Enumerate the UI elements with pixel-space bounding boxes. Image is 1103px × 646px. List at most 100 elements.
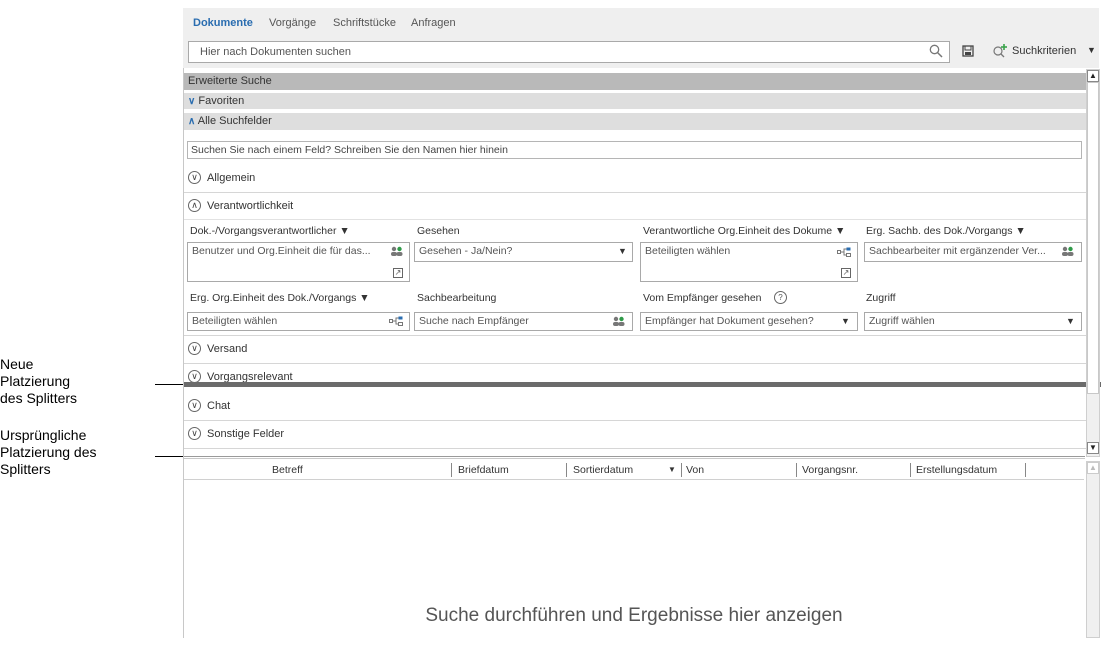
users-icon[interactable] (390, 246, 403, 260)
expand-icon: ∨ (188, 342, 201, 355)
annotation-line: Neue (0, 356, 34, 372)
users-icon[interactable] (612, 316, 625, 330)
column-separator[interactable] (910, 463, 911, 477)
open-link-icon[interactable]: ↗ (841, 268, 851, 278)
chevron-down-icon[interactable]: ▼ (1087, 45, 1096, 55)
column-header[interactable]: Erstellungsdatum (916, 464, 997, 476)
annotation-line: Platzierung (0, 373, 71, 389)
field-label[interactable]: Erg. Sachb. des Dok./Vorgangs ▼ (866, 225, 1026, 237)
tab-schriftstuecke[interactable]: Schriftstücke (333, 17, 396, 29)
splitter-original[interactable] (184, 456, 1085, 459)
tab-anfragen[interactable]: Anfragen (411, 17, 456, 29)
clerk-field[interactable]: Sachbearbeiter mit ergänzender Ver... (864, 242, 1082, 262)
upper-scrollbar-thumb[interactable] (1087, 82, 1099, 394)
org-unit-field-value: Beteiligten wählen (645, 245, 731, 257)
field-label[interactable]: Erg. Org.Einheit des Dok./Vorgangs ▼ (190, 292, 370, 304)
owner-field-value: Benutzer und Org.Einheit die für das... (192, 245, 371, 257)
search-input[interactable] (188, 41, 950, 63)
splitter-new[interactable] (184, 382, 1101, 387)
advanced-search-header: Erweiterte Suche (184, 73, 1086, 90)
org-chart-icon[interactable] (837, 247, 851, 260)
empty-results-message: Suche durchführen und Ergebnisse hier an… (425, 605, 843, 626)
sort-desc-icon[interactable]: ▼ (668, 465, 676, 474)
column-header[interactable]: Briefdatum (458, 464, 509, 476)
section-vorgangsrelevant[interactable]: ∨ Vorgangsrelevant (184, 364, 1086, 392)
annotation-new-splitter: Neue Platzierung des Splitters (0, 356, 77, 407)
annotation-pointer (155, 456, 184, 457)
help-icon[interactable]: ? (774, 291, 787, 304)
results-scrollbar[interactable] (1086, 461, 1100, 638)
recipient-search-field[interactable]: Suche nach Empfänger (414, 312, 633, 331)
section-versand[interactable]: ∨ Versand (184, 336, 1086, 364)
field-label: Sachbearbeitung (417, 292, 497, 304)
scroll-up-icon[interactable]: ▲ (1087, 70, 1099, 82)
recipient-search-value: Suche nach Empfänger (419, 315, 529, 327)
access-select[interactable]: Zugriff wählen (864, 312, 1082, 331)
section-label: Allgemein (207, 172, 256, 184)
annotation-line: Ursprüngliche (0, 427, 87, 443)
erg-org-unit-field[interactable]: Beteiligten wählen (187, 312, 410, 331)
section-label: Sonstige Felder (207, 428, 285, 440)
search-criteria-icon[interactable] (991, 42, 1009, 60)
chevron-up-icon: ∧ (188, 116, 196, 127)
field-label[interactable]: Dok.-/Vorgangsverantwortlicher ▼ (190, 225, 350, 237)
annotation-line: des Splitters (0, 390, 78, 406)
favorites-toggle[interactable]: ∨ Favoriten (184, 93, 1086, 109)
section-label: Chat (207, 400, 231, 412)
section-chat[interactable]: ∨ Chat (184, 393, 1086, 421)
section-allgemein[interactable]: ∨ Allgemein (184, 165, 1086, 193)
section-verantwortlichkeit[interactable]: ∧ Verantwortlichkeit (184, 193, 1086, 221)
column-header[interactable]: Sortierdatum (573, 464, 633, 476)
annotation-pointer (155, 384, 184, 385)
expand-icon: ∨ (188, 427, 201, 440)
annotation-original-splitter: Ursprüngliche Platzierung des Splitters (0, 427, 97, 478)
expand-icon: ∨ (188, 171, 201, 184)
search-criteria-button[interactable]: Suchkriterien (1012, 45, 1076, 57)
chevron-down-icon[interactable]: ▼ (1066, 316, 1075, 326)
column-separator[interactable] (681, 463, 682, 477)
field-label: Zugriff (866, 292, 896, 304)
annotation-line: Splitters (0, 461, 51, 477)
divider (184, 219, 1086, 220)
tab-dokumente[interactable]: Dokumente (193, 17, 253, 29)
all-fields-label: Alle Suchfelder (197, 115, 272, 127)
annotation-line: Platzierung des (0, 444, 97, 460)
column-header[interactable]: Von (686, 464, 704, 476)
column-separator[interactable] (451, 463, 452, 477)
collapse-icon: ∧ (188, 199, 201, 212)
column-separator[interactable] (796, 463, 797, 477)
recipient-seen-select[interactable]: Empfänger hat Dokument gesehen? (640, 312, 858, 331)
column-header[interactable]: Betreff (272, 464, 303, 476)
column-separator[interactable] (1025, 463, 1026, 477)
all-fields-toggle[interactable]: ∧ Alle Suchfelder (184, 113, 1086, 130)
expand-icon: ∨ (188, 399, 201, 412)
field-search-input[interactable] (187, 141, 1082, 159)
column-separator[interactable] (566, 463, 567, 477)
field-label[interactable]: Verantwortliche Org.Einheit des Dokume ▼ (643, 225, 853, 237)
field-label: Gesehen (417, 225, 460, 237)
recipient-seen-value: Empfänger hat Dokument gesehen? (645, 315, 814, 327)
search-icon[interactable] (928, 43, 944, 59)
org-unit-field[interactable]: Beteiligten wählen (640, 242, 858, 282)
erg-org-unit-value: Beteiligten wählen (192, 315, 278, 327)
open-link-icon[interactable]: ↗ (393, 268, 403, 278)
section-sonstige-felder[interactable]: ∨ Sonstige Felder (184, 421, 1086, 449)
favorites-label: Favoriten (198, 95, 245, 107)
column-header[interactable]: Vorgangsnr. (802, 464, 858, 476)
owner-field[interactable]: Benutzer und Org.Einheit die für das... (187, 242, 410, 282)
tab-vorgaenge[interactable]: Vorgänge (269, 17, 316, 29)
scroll-down-icon[interactable]: ▼ (1087, 442, 1099, 454)
chevron-down-icon[interactable]: ▼ (841, 316, 850, 326)
seen-select[interactable]: Gesehen - Ja/Nein? (414, 242, 633, 262)
org-chart-icon[interactable] (389, 316, 403, 329)
section-label: Versand (207, 343, 248, 355)
save-icon[interactable] (961, 44, 975, 58)
users-icon[interactable] (1061, 246, 1074, 260)
field-label: Vom Empfänger gesehen (643, 292, 762, 304)
chevron-down-icon: ∨ (188, 96, 196, 107)
advanced-search-title: Erweiterte Suche (188, 75, 272, 87)
scroll-up-icon[interactable]: ▲ (1087, 462, 1099, 474)
section-label: Verantwortlichkeit (207, 200, 294, 212)
tab-bar (183, 8, 1099, 36)
chevron-down-icon[interactable]: ▼ (618, 246, 627, 256)
